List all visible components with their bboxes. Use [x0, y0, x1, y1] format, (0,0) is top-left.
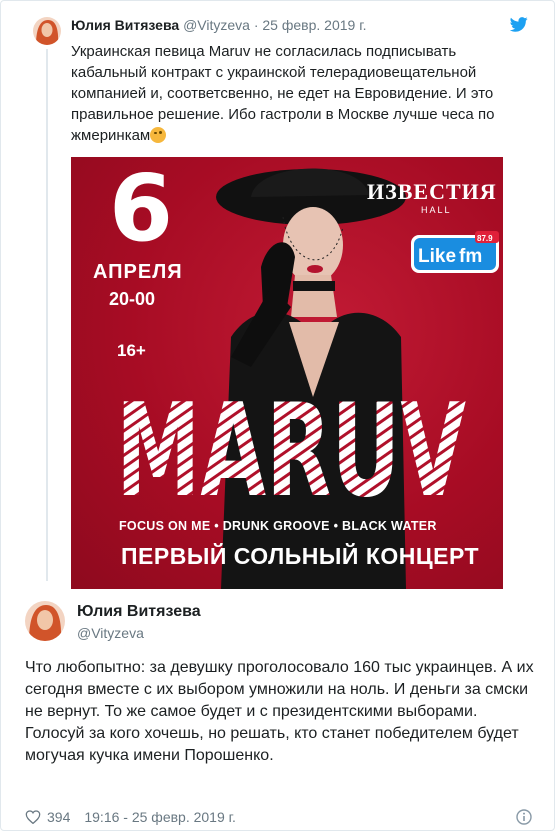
poster-title: ПЕРВЫЙ СОЛЬНЫЙ КОНЦЕРТ	[121, 543, 480, 569]
tweet-timestamp[interactable]: 19:16 - 25 февр. 2019 г.	[84, 809, 236, 825]
quoted-avatar[interactable]	[33, 17, 61, 45]
quoted-header: Юлия Витязева @Vityzeva · 25 февр. 2019 …	[71, 17, 366, 33]
heart-icon[interactable]	[25, 810, 41, 824]
tweet-text: Что любопытно: за девушку проголосовало …	[25, 659, 534, 764]
quoted-date[interactable]: 25 февр. 2019 г.	[262, 17, 366, 33]
poster-songs: FOCUS ON ME • DRUNK GROOVE • BLACK WATER	[119, 519, 437, 533]
artist-name: MARUV	[116, 377, 466, 505]
poster-age-rating: 16+	[117, 341, 146, 360]
likefm-fm-text: fm	[459, 246, 482, 267]
poster-venue: ИЗВЕСТИЯ	[367, 179, 497, 204]
author-handle[interactable]: @Vityzeva	[77, 625, 144, 641]
thread-line	[46, 49, 48, 581]
embedded-tweet-card: Юлия Витязева @Vityzeva · 25 февр. 2019 …	[0, 0, 555, 831]
quoted-author-handle[interactable]: @Vityzeva	[183, 17, 250, 33]
like-count[interactable]: 394	[47, 809, 70, 825]
maruv-logo: MARUV	[116, 377, 466, 505]
twitter-bird-icon[interactable]	[510, 17, 528, 32]
likefm-like-text: Like	[418, 246, 456, 267]
tweet-footer: 394 19:16 - 25 февр. 2019 г.	[25, 809, 236, 825]
poster-venue-sub: HALL	[421, 205, 452, 215]
likefm-logo: Like fm 87.9	[411, 231, 499, 273]
poster-day: 6	[109, 157, 174, 262]
separator-dot: ·	[253, 17, 259, 33]
poster-time: 20-00	[109, 289, 156, 309]
quoted-tweet-body: Украинская певица Maruv не согласилась п…	[71, 43, 495, 144]
info-icon[interactable]	[516, 809, 532, 825]
quoted-author-name[interactable]: Юлия Витязева	[71, 17, 179, 33]
author-name[interactable]: Юлия Витязева	[77, 603, 201, 621]
likefm-frequency: 87.9	[477, 234, 493, 243]
concert-poster[interactable]: 6 АПРЕЛЯ 20-00 16+ ИЗВЕСТИЯ HALL Like fm…	[71, 157, 503, 589]
winking-face-icon	[150, 127, 167, 143]
quoted-tweet-text: Украинская певица Maruv не согласилась п…	[71, 41, 531, 146]
poster-month: АПРЕЛЯ	[93, 261, 183, 283]
author-avatar[interactable]	[25, 601, 65, 641]
